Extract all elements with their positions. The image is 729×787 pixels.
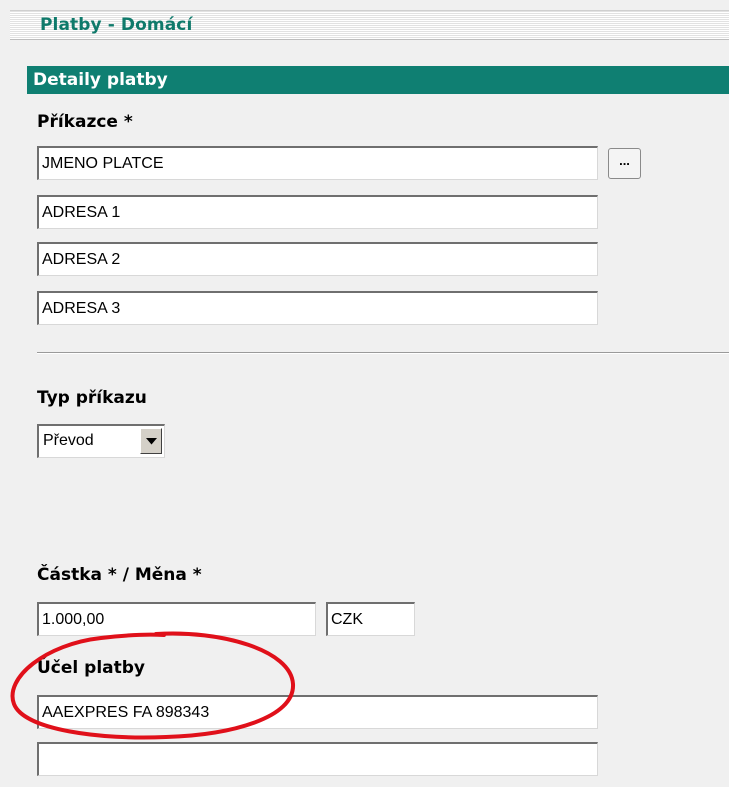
annotation-ellipse [10, 631, 296, 740]
purpose-label: Účel platby [37, 658, 146, 678]
payer-address1-field[interactable]: ADRESA 1 [37, 195, 598, 229]
panel-header: Detaily platby [27, 66, 729, 94]
payer-address2-field[interactable]: ADRESA 2 [37, 242, 598, 276]
payer-lookup-button[interactable]: ... [608, 148, 641, 179]
order-type-label: Typ příkazu [37, 388, 147, 408]
purpose-line2-field[interactable] [37, 742, 598, 776]
order-type-select[interactable]: Převod [37, 424, 165, 458]
payer-address3-field[interactable]: ADRESA 3 [37, 291, 598, 325]
payer-name-field[interactable]: JMENO PLATCE [37, 146, 598, 180]
purpose-line1-field[interactable]: AAEXPRES FA 898343 [37, 695, 598, 729]
currency-field[interactable]: CZK [326, 602, 415, 636]
panel-header-title: Detaily platby [33, 70, 168, 90]
window-title: Platby - Domácí [40, 15, 193, 35]
window-title-bar: Platby - Domácí [10, 10, 729, 40]
payer-label: Příkazce * [37, 112, 133, 132]
amount-label: Částka * / Měna * [37, 565, 202, 585]
amount-field[interactable]: 1.000,00 [37, 602, 316, 636]
section-divider [37, 352, 729, 354]
dropdown-arrow-icon[interactable] [140, 428, 162, 454]
order-type-selected-value: Převod [43, 432, 94, 449]
